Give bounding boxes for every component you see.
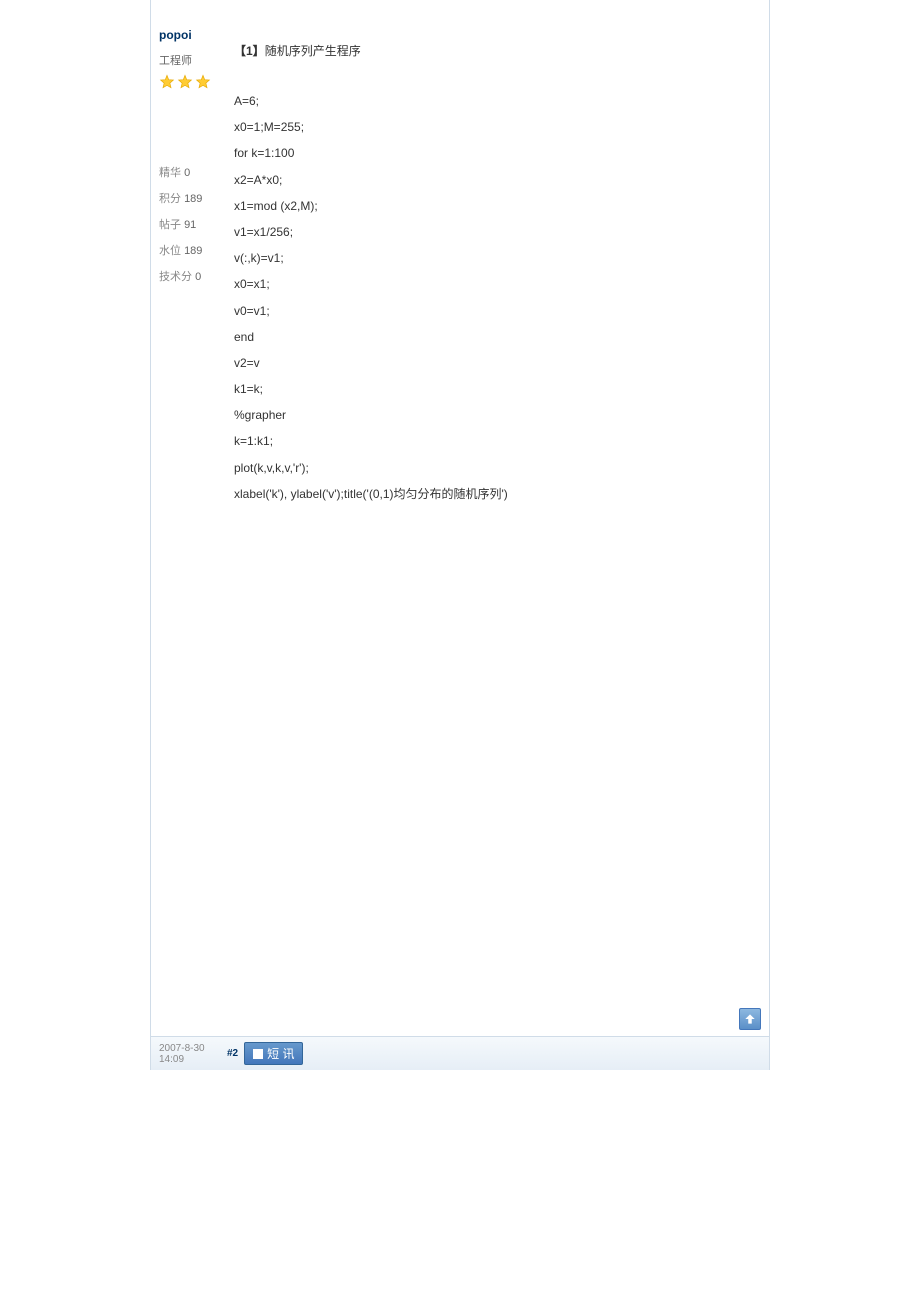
post-body: 【1】随机序列产生程序 A=6; x0=1;M=255; for k=1:100… <box>226 20 769 516</box>
stat-tech: 技术分 0 <box>159 268 218 284</box>
code-content: A=6; x0=1;M=255; for k=1:100 x2=A*x0; x1… <box>234 89 757 507</box>
code-line: x0=1;M=255; <box>234 115 757 140</box>
code-line: k1=k; <box>234 377 757 402</box>
user-sidebar: popoi 工程师 精华 0 <box>151 20 226 516</box>
user-stats: 精华 0 积分 189 帖子 91 水位 189 <box>159 164 218 284</box>
pm-button-label: 短 讯 <box>267 1045 294 1062</box>
forum-post: popoi 工程师 精华 0 <box>150 0 770 1070</box>
back-to-top-button[interactable] <box>739 1008 761 1030</box>
code-line: x0=x1; <box>234 272 757 297</box>
code-line: v0=v1; <box>234 299 757 324</box>
stat-essence: 精华 0 <box>159 164 218 180</box>
pm-button[interactable]: 短 讯 <box>244 1042 303 1065</box>
code-line: v1=x1/256; <box>234 220 757 245</box>
code-line: v2=v <box>234 351 757 376</box>
code-line: end <box>234 325 757 350</box>
arrow-up-icon <box>743 1012 757 1026</box>
code-line: xlabel('k'), ylabel('v');title('(0,1)均匀分… <box>234 482 757 507</box>
user-rank: 工程师 <box>159 52 218 68</box>
stat-posts: 帖子 91 <box>159 216 218 232</box>
stat-level: 水位 189 <box>159 242 218 258</box>
star-icon <box>195 74 211 90</box>
username-link[interactable]: popoi <box>159 28 218 42</box>
post-timestamp: 2007-8-30 14:09 <box>159 1043 227 1065</box>
code-line: %grapher <box>234 403 757 428</box>
stat-points: 积分 189 <box>159 190 218 206</box>
code-line: for k=1:100 <box>234 141 757 166</box>
star-icon <box>177 74 193 90</box>
avatar <box>159 94 219 154</box>
code-line: A=6; <box>234 89 757 114</box>
post-title: 【1】随机序列产生程序 <box>234 42 757 59</box>
post-number-link[interactable]: #2 <box>227 1048 238 1059</box>
code-line: k=1:k1; <box>234 429 757 454</box>
code-line: plot(k,v,k,v,'r'); <box>234 456 757 481</box>
user-stars <box>159 74 218 90</box>
post-footer: 2007-8-30 14:09 #2 短 讯 <box>151 1036 769 1070</box>
message-icon <box>253 1049 263 1059</box>
code-line: x1=mod (x2,M); <box>234 194 757 219</box>
code-line: x2=A*x0; <box>234 168 757 193</box>
star-icon <box>159 74 175 90</box>
code-line: v(:,k)=v1; <box>234 246 757 271</box>
